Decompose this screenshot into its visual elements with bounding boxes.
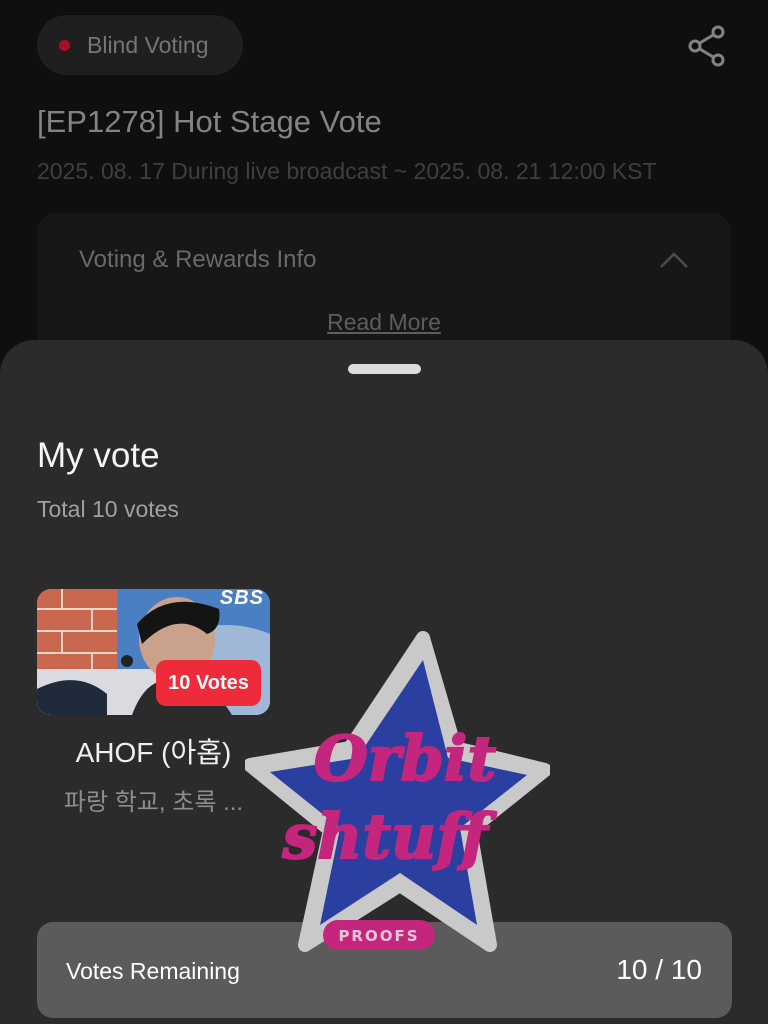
watermark-ribbon: PROOFS: [338, 927, 419, 945]
votes-remaining-label: Votes Remaining: [66, 958, 240, 984]
artist-thumbnail: SBS 10 Votes: [37, 589, 270, 715]
sheet-title: My vote: [37, 436, 160, 475]
vote-card[interactable]: SBS 10 Votes AHOF (아홉) 파랑 학교, 초록 ...: [37, 589, 270, 816]
total-votes-label: Total 10 votes: [37, 496, 179, 522]
votes-remaining-count: 10 / 10: [616, 954, 702, 985]
watermark-line2: shtuff: [282, 800, 498, 873]
sheet-drag-handle[interactable]: [348, 364, 421, 374]
broadcaster-logo: SBS: [219, 589, 264, 609]
watermark-line1: Orbit: [314, 722, 497, 795]
artist-name: AHOF (아홉): [75, 737, 232, 768]
song-name: 파랑 학교, 초록 ...: [63, 789, 244, 816]
orbit-shtuff-watermark-logo: Orbit shtuff PROOFS: [245, 631, 550, 952]
